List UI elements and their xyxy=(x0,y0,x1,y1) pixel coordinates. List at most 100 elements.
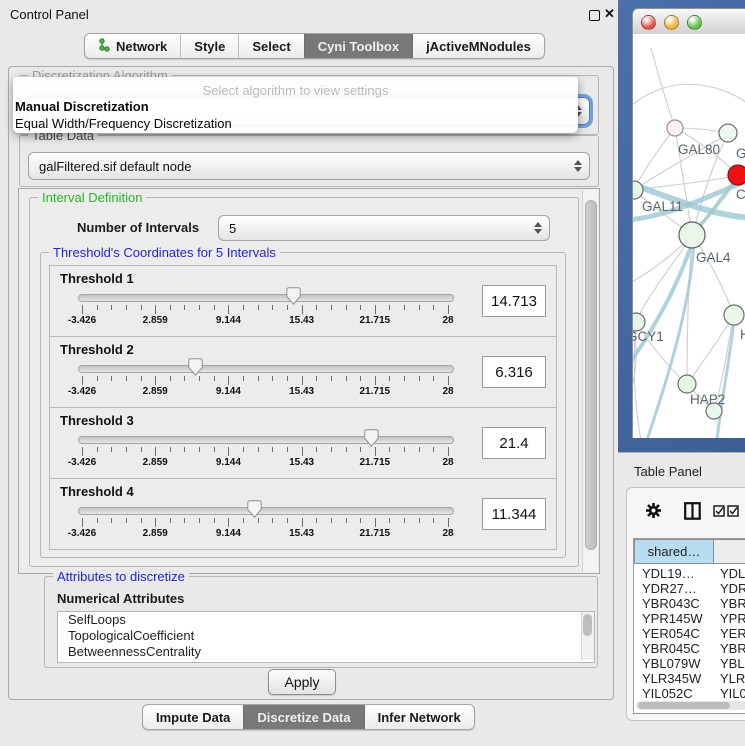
threshold-value-field[interactable]: 21.4 xyxy=(482,427,546,459)
tab-style[interactable]: Style xyxy=(180,34,238,58)
attribute-item-topologicalcoefficient[interactable]: TopologicalCoefficient xyxy=(58,628,594,644)
algorithm-option-equal-width-frequency-discretization[interactable]: Equal Width/Frequency Discretization xyxy=(15,116,232,131)
slider-track[interactable] xyxy=(78,507,454,515)
tick-mark xyxy=(199,376,200,381)
group-title-thresholds: Threshold's Coordinates for 5 Intervals xyxy=(49,245,280,260)
scrollbar-thumb[interactable] xyxy=(638,702,730,709)
tab-cyni-toolbox[interactable]: Cyni Toolbox xyxy=(304,34,412,58)
cell-name[interactable]: YER0 xyxy=(720,626,745,641)
cell-name[interactable]: YIL0 xyxy=(720,686,745,701)
tick-mark xyxy=(214,305,215,310)
table-row[interactable]: YPR145W YPR1 xyxy=(634,611,745,626)
checkbox-select-all-icon[interactable] xyxy=(727,505,740,520)
minimize-traffic-light[interactable] xyxy=(664,15,679,30)
tab-discretize-data[interactable]: Discretize Data xyxy=(243,705,363,729)
cell-shared-name[interactable]: YBR043C xyxy=(642,596,700,611)
cell-shared-name[interactable]: YPR145W xyxy=(642,611,703,626)
tab-impute-data[interactable]: Impute Data xyxy=(143,705,243,729)
table-row[interactable]: YER054C YER0 xyxy=(634,626,745,641)
tick-mark xyxy=(243,518,244,523)
close-icon[interactable]: ✕ xyxy=(604,6,615,22)
node-pink[interactable] xyxy=(667,120,683,136)
cell-name[interactable]: YBR0 xyxy=(720,641,745,656)
tab-select[interactable]: Select xyxy=(238,34,303,58)
slider-thumb[interactable] xyxy=(286,287,301,305)
tick-label: 21.715 xyxy=(360,386,391,397)
tick-mark xyxy=(184,518,185,523)
cell-name[interactable]: YPR1 xyxy=(720,611,745,626)
scrollbar-thumb[interactable] xyxy=(583,614,592,636)
cell-shared-name[interactable]: YBL079W xyxy=(642,656,701,671)
cell-name[interactable]: YDR2 xyxy=(720,581,745,596)
attribute-item-betweennesscentrality[interactable]: BetweennessCentrality xyxy=(58,644,594,660)
tab-label: Network xyxy=(116,39,167,54)
table-row[interactable]: YDL19… YDL1 xyxy=(634,566,745,581)
network-edge-highlighted[interactable] xyxy=(717,321,734,438)
node-gal4[interactable] xyxy=(679,222,705,248)
table-row[interactable]: YBL079W YBL0 xyxy=(634,656,745,671)
cell-shared-name[interactable]: YLR345W xyxy=(642,671,701,686)
tab-label: Select xyxy=(252,39,290,54)
slider-thumb[interactable] xyxy=(188,358,203,376)
network-edge[interactable] xyxy=(693,236,733,314)
algorithm-option-manual-discretization[interactable]: Manual Discretization xyxy=(15,99,149,114)
threshold-value-field[interactable]: 11.344 xyxy=(482,498,546,530)
cell-shared-name[interactable]: YDR27… xyxy=(642,581,697,596)
node-red[interactable] xyxy=(728,165,745,185)
column-header-shared-name[interactable]: shared… xyxy=(634,539,714,564)
network-edge[interactable] xyxy=(633,84,745,112)
cell-shared-name[interactable]: YDL19… xyxy=(642,566,695,581)
tick-mark xyxy=(243,305,244,310)
tick-label: 15.43 xyxy=(289,315,314,326)
cell-shared-name[interactable]: YIL052C xyxy=(642,686,693,701)
split-columns-icon[interactable] xyxy=(684,502,701,523)
checkbox-select-icon[interactable] xyxy=(713,505,726,520)
tab-infer-network[interactable]: Infer Network xyxy=(364,705,474,729)
table-row[interactable]: YIL052C YIL0 xyxy=(634,686,745,701)
node-green-top[interactable] xyxy=(719,124,737,142)
slider-track[interactable] xyxy=(78,294,454,302)
node-hap2[interactable] xyxy=(678,375,696,393)
cell-name[interactable]: YLR3 xyxy=(720,671,745,686)
apply-button[interactable]: Apply xyxy=(268,669,336,695)
scrollbar-thumb[interactable] xyxy=(585,200,597,550)
tick-label: 15.43 xyxy=(289,457,314,468)
cell-name[interactable]: YDL1 xyxy=(720,566,745,581)
table-data-combobox[interactable]: galFiltered.sif default node xyxy=(28,152,590,180)
tick-mark xyxy=(302,305,303,314)
table-row[interactable]: YLR345W YLR3 xyxy=(634,671,745,686)
cell-shared-name[interactable]: YER054C xyxy=(642,626,700,641)
tab-jactivemnodules[interactable]: jActiveMNodules xyxy=(412,34,544,58)
node-h[interactable] xyxy=(724,305,744,325)
table-subpanel: shared… n YDL19…YDL1YDR27…YDR2YBR043CYBR… xyxy=(626,487,745,721)
tab-network[interactable]: Network xyxy=(85,34,180,58)
network-icon xyxy=(98,38,111,55)
slider-track[interactable] xyxy=(78,365,454,373)
tick-mark xyxy=(287,305,288,310)
gear-icon[interactable] xyxy=(645,502,662,522)
slider-ticks xyxy=(82,447,448,456)
slider-track[interactable] xyxy=(78,436,454,444)
threshold-value-field[interactable]: 6.316 xyxy=(482,356,546,388)
network-edge-highlighted[interactable] xyxy=(696,179,737,230)
cell-shared-name[interactable]: YBR045C xyxy=(642,641,700,656)
slider-tick-labels: -3.4262.8599.14415.4321.71528 xyxy=(82,528,448,540)
float-window-icon[interactable] xyxy=(589,10,600,21)
slider-thumb[interactable] xyxy=(247,500,262,518)
tick-mark xyxy=(448,305,449,314)
slider-thumb[interactable] xyxy=(364,429,379,447)
tab-label: jActiveMNodules xyxy=(426,39,531,54)
table-row[interactable]: YBR043C YBR0 xyxy=(634,596,745,611)
zoom-traffic-light[interactable] xyxy=(687,15,702,30)
network-edge[interactable] xyxy=(634,128,675,189)
cell-name[interactable]: YBL0 xyxy=(720,656,745,671)
network-canvas[interactable]: GAL80GCGAL11GAL4GCY1HHAP2 xyxy=(632,34,745,438)
threshold-value-field[interactable]: 14.713 xyxy=(482,285,546,317)
number-of-intervals-combobox[interactable]: 5 xyxy=(218,215,550,241)
table-row[interactable]: YBR045C YBR0 xyxy=(634,641,745,656)
close-traffic-light[interactable] xyxy=(641,15,656,30)
cell-name[interactable]: YBR0 xyxy=(720,596,745,611)
column-header-name[interactable]: n xyxy=(713,539,745,564)
table-row[interactable]: YDR27… YDR2 xyxy=(634,581,745,596)
attribute-item-selfloops[interactable]: SelfLoops xyxy=(58,612,594,628)
